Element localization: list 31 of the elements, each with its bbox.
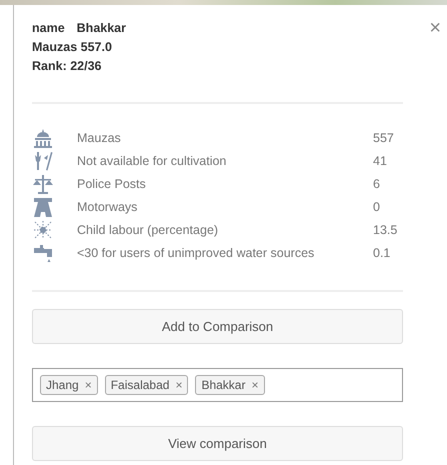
rank-text: Rank: 22/36 — [32, 58, 102, 75]
stat-value: 41 — [373, 154, 388, 168]
close-button[interactable]: × — [425, 17, 445, 40]
scales-icon — [32, 172, 54, 194]
name-value: Bhakkar — [76, 20, 126, 37]
stat-label: Mauzas — [77, 130, 122, 144]
subtitle: Mauzas 557.0 — [32, 39, 112, 56]
remove-tag-button[interactable]: × — [84, 378, 92, 392]
name-label: name — [32, 20, 65, 37]
building-icon — [32, 126, 54, 148]
stat-value: 6 — [373, 176, 381, 190]
add-to-comparison-button[interactable]: Add to Comparison — [32, 309, 403, 344]
stat-value: 13.5 — [373, 222, 398, 236]
stat-label: Child labour (percentage) — [77, 222, 220, 236]
stat-label: Police Posts — [77, 176, 147, 190]
tag-field[interactable]: Jhang × Faisalabad × Bhakkar × — [32, 368, 403, 402]
stat-label: Motorways — [77, 200, 138, 214]
stat-label: <30 for users of unimproved water sources — [77, 246, 316, 260]
tag-label: Bhakkar — [201, 378, 246, 392]
view-comparison-button[interactable]: View comparison — [32, 426, 403, 461]
stat-value: 557 — [373, 130, 395, 144]
road-icon — [32, 196, 54, 218]
remove-tag-button[interactable]: × — [251, 378, 258, 392]
remove-tag-button[interactable]: × — [175, 378, 182, 392]
stat-label: Not available for cultivation — [77, 154, 228, 168]
wheat-icon — [32, 150, 54, 172]
stat-value: 0.1 — [373, 246, 392, 260]
tag-label: Jhang — [46, 378, 79, 392]
stat-value: 0 — [373, 200, 381, 214]
network-icon — [32, 218, 54, 240]
tag-label: Faisalabad — [110, 378, 170, 392]
